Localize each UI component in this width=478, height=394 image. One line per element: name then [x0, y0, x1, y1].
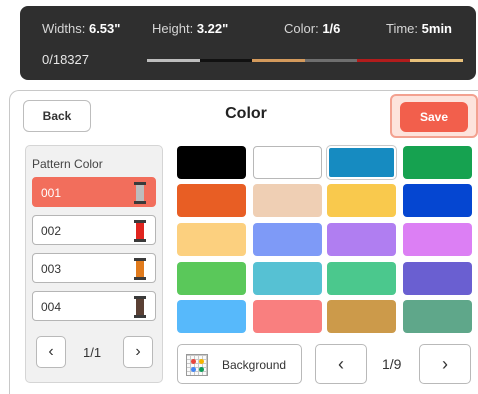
pattern-color-label: Pattern Color [32, 157, 103, 171]
color-swatch[interactable] [403, 146, 472, 179]
color-swatch[interactable] [403, 262, 472, 295]
pattern-color-number: 002 [41, 224, 62, 238]
color-swatch[interactable] [253, 146, 322, 179]
pattern-page-indicator: 1/1 [83, 345, 102, 360]
grid-palette-icon [186, 354, 208, 376]
widths-stat: Widths: 6.53" [42, 21, 121, 36]
pattern-next-button[interactable]: › [123, 336, 153, 368]
stitch-counter: 0/18327 [42, 52, 89, 67]
progress-segment [252, 59, 305, 62]
status-panel: Widths: 6.53" Height: 3.22" Color: 1/6 T… [20, 6, 476, 80]
color-stat: Color: 1/6 [284, 21, 341, 36]
pattern-color-number: 001 [41, 186, 62, 200]
progress-segment [147, 59, 200, 62]
color-swatch[interactable] [177, 262, 246, 295]
progress-segment [199, 59, 253, 62]
chevron-right-icon: › [135, 343, 141, 360]
pattern-color-number: 003 [41, 262, 62, 276]
palette-page-indicator: 1/9 [382, 356, 402, 372]
color-swatch[interactable] [403, 184, 472, 217]
chevron-left-icon: ‹ [338, 353, 344, 374]
progress-segment [409, 59, 463, 62]
save-button-highlight: Save [390, 94, 478, 138]
pattern-color-item[interactable]: 002 [32, 215, 156, 245]
chevron-right-icon: › [442, 353, 448, 374]
color-swatch[interactable] [327, 146, 396, 179]
save-button[interactable]: Save [400, 102, 468, 132]
thread-spool-icon [134, 220, 146, 242]
pattern-color-number: 004 [41, 300, 62, 314]
pattern-color-item[interactable]: 001 [32, 177, 156, 207]
pattern-color-panel: Pattern Color 001 002 003 004 ‹ 1/1 › [25, 145, 163, 383]
chevron-left-icon: ‹ [48, 343, 54, 360]
color-swatch[interactable] [177, 300, 246, 333]
color-swatch[interactable] [327, 184, 396, 217]
pattern-color-item[interactable]: 004 [32, 291, 156, 321]
palette-prev-button[interactable]: ‹ [315, 344, 367, 384]
color-screen: Widths: 6.53" Height: 3.22" Color: 1/6 T… [0, 0, 478, 394]
thread-spool-icon [134, 182, 146, 204]
back-button[interactable]: Back [23, 100, 91, 132]
background-button[interactable]: Background [177, 344, 302, 384]
color-swatch[interactable] [253, 223, 322, 256]
pattern-prev-button[interactable]: ‹ [36, 336, 66, 368]
color-swatch[interactable] [177, 223, 246, 256]
background-label: Background [222, 358, 287, 372]
color-swatch[interactable] [177, 184, 246, 217]
pattern-color-item[interactable]: 003 [32, 253, 156, 283]
height-stat: Height: 3.22" [152, 21, 229, 36]
color-swatch[interactable] [403, 300, 472, 333]
color-swatch[interactable] [253, 262, 322, 295]
color-swatch[interactable] [253, 300, 322, 333]
page-title: Color [225, 105, 267, 122]
thread-spool-icon [134, 296, 146, 318]
palette-next-button[interactable]: › [419, 344, 471, 384]
color-swatch[interactable] [403, 223, 472, 256]
progress-segment [304, 59, 358, 62]
time-stat: Time: 5min [386, 21, 452, 36]
color-swatch[interactable] [327, 300, 396, 333]
color-swatch[interactable] [327, 223, 396, 256]
color-swatch[interactable] [177, 146, 246, 179]
color-swatch[interactable] [327, 262, 396, 295]
color-swatch[interactable] [253, 184, 322, 217]
progress-segment [357, 59, 410, 62]
thread-spool-icon [134, 258, 146, 280]
